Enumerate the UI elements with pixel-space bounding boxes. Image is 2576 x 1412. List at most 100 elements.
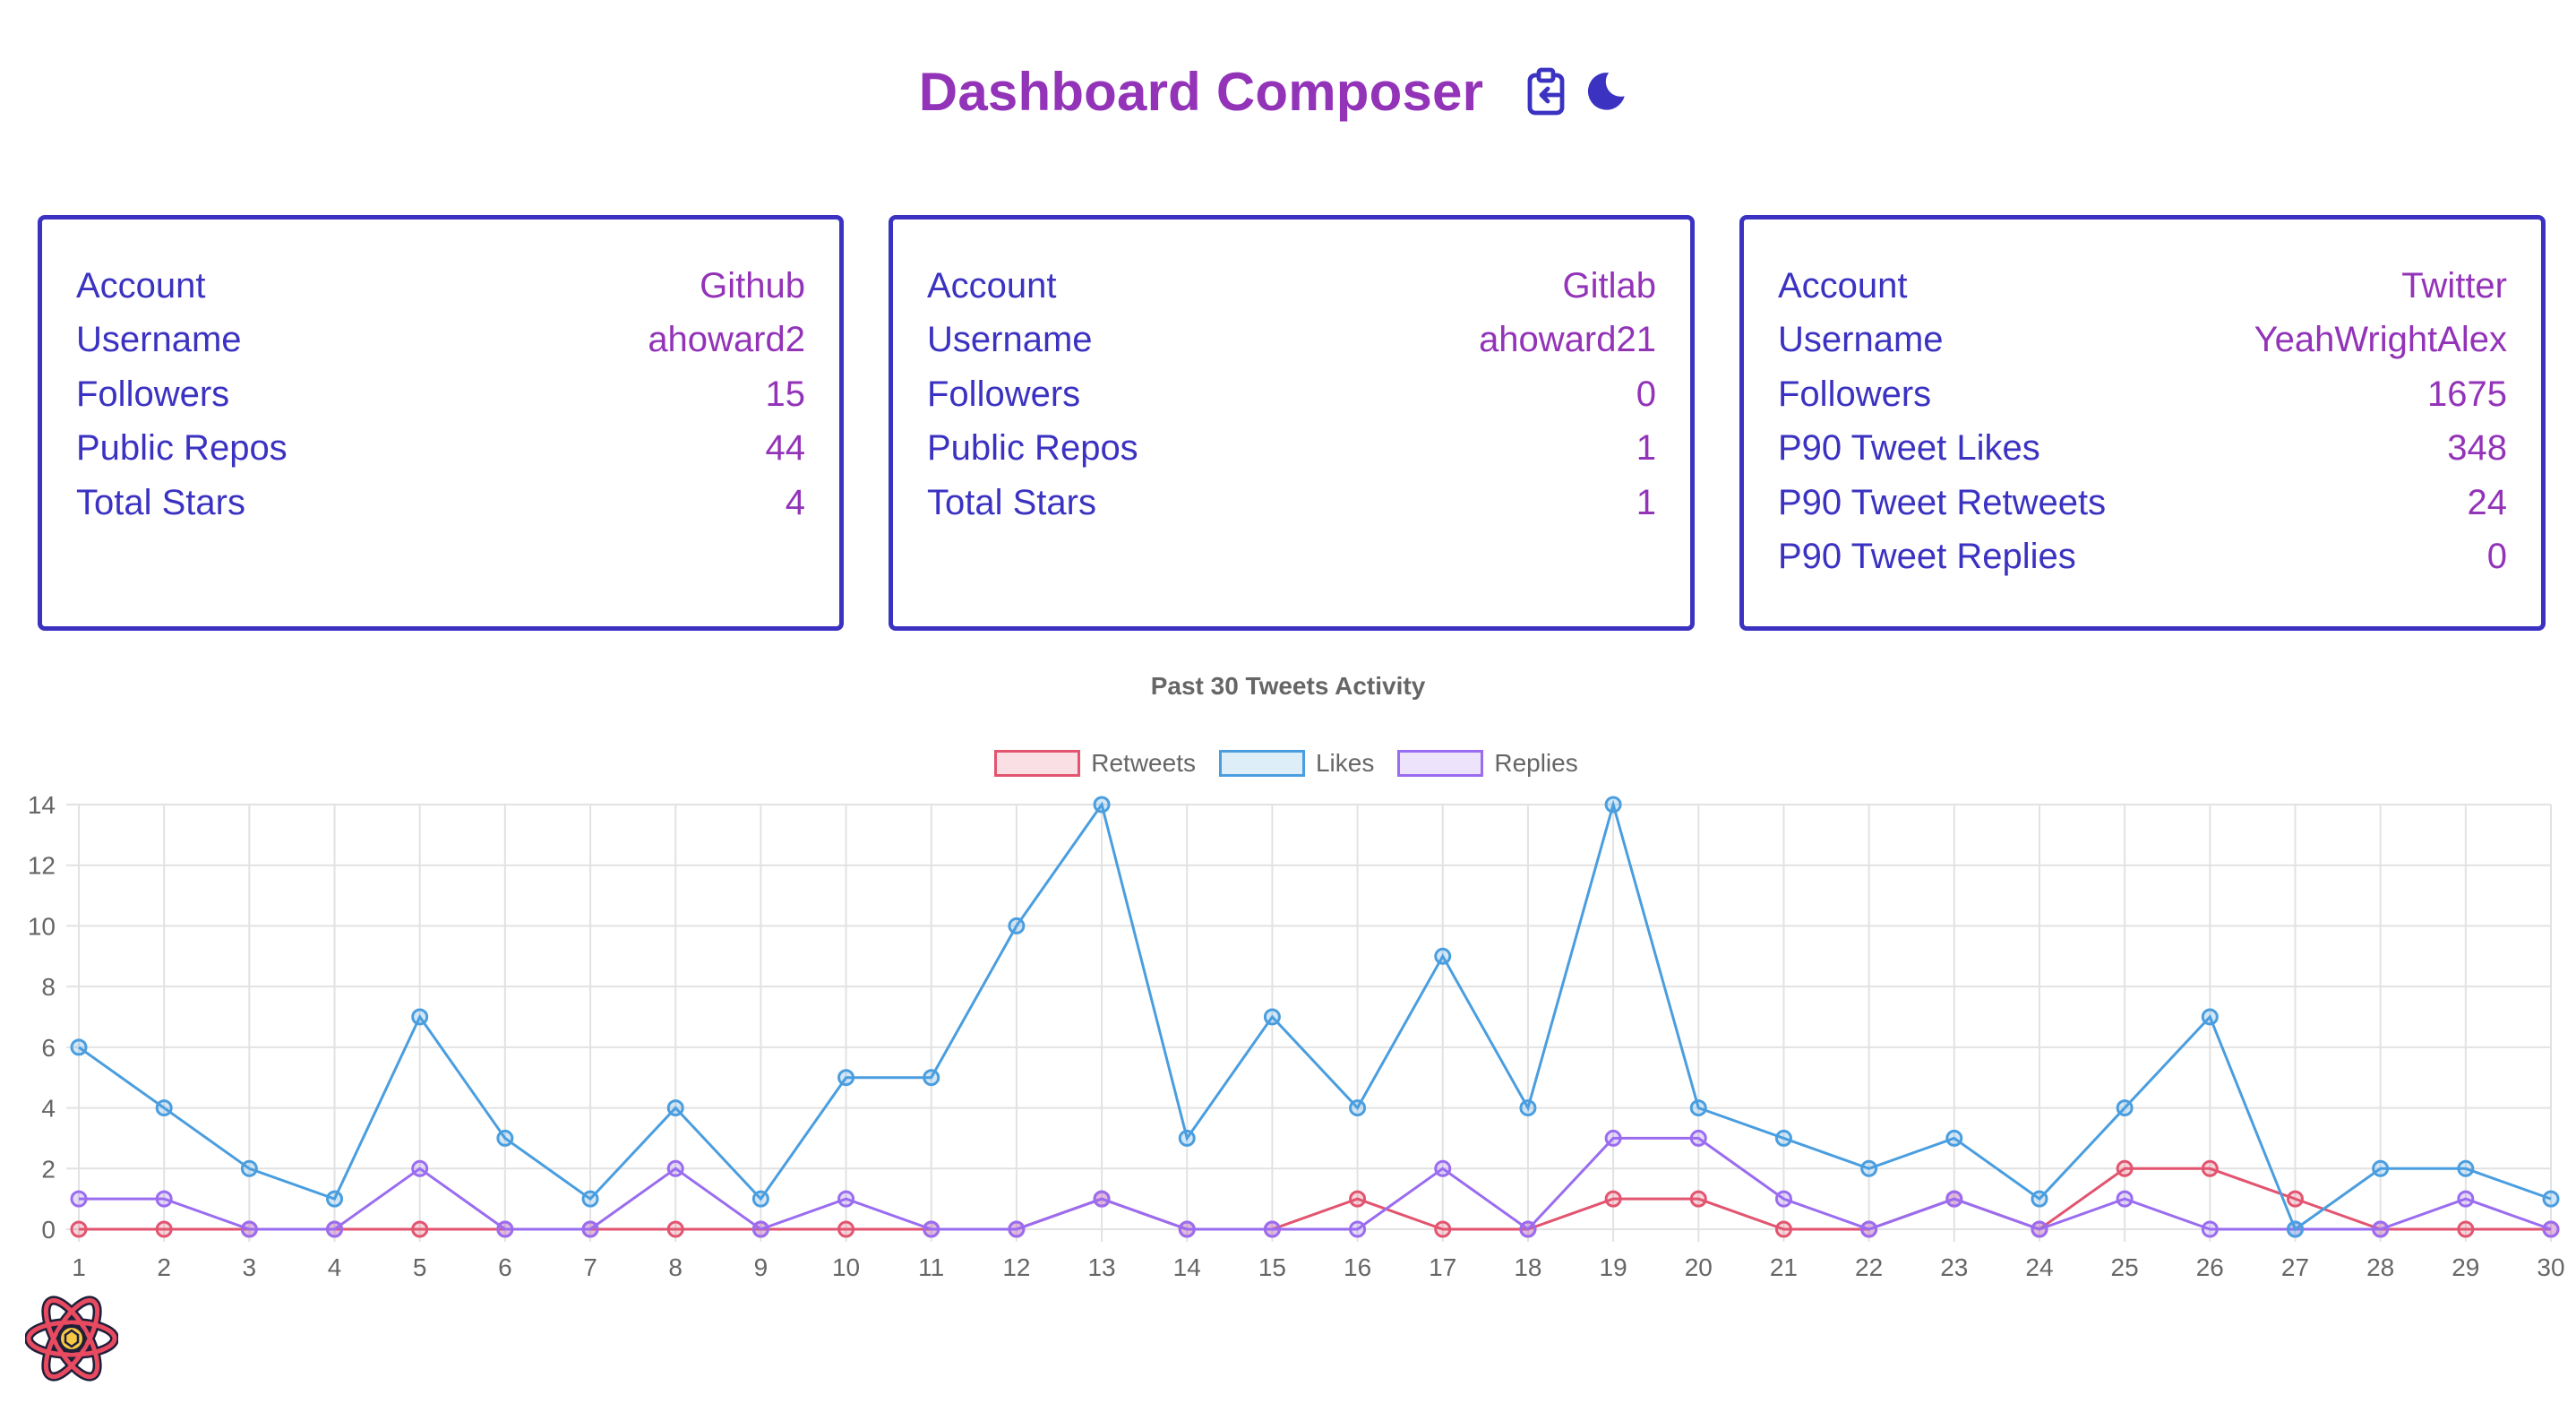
row-label: Total Stars	[76, 482, 245, 522]
data-point-likes	[1860, 1159, 1878, 1177]
card-row-username: Username YeahWrightAlex	[1778, 314, 2507, 368]
data-point-replies	[155, 1190, 173, 1208]
data-point-replies	[1689, 1129, 1707, 1147]
card-row-followers: Followers 0	[927, 367, 1656, 422]
x-tick-label: 22	[1855, 1253, 1883, 1281]
x-tick-label: 10	[832, 1253, 860, 1281]
data-point-replies	[1093, 1190, 1111, 1208]
data-point-likes	[2201, 1008, 2219, 1026]
data-point-likes	[581, 1190, 599, 1208]
data-point-retweets	[70, 1220, 88, 1238]
moon-icon[interactable]	[1582, 67, 1630, 116]
data-point-retweets	[1349, 1190, 1367, 1208]
row-label: Username	[76, 320, 242, 360]
x-tick-label: 13	[1087, 1253, 1115, 1281]
x-tick-label: 29	[2451, 1253, 2479, 1281]
data-point-replies	[326, 1220, 344, 1238]
x-tick-label: 17	[1429, 1253, 1456, 1281]
row-label: Followers	[1778, 374, 1932, 414]
card-row-public-repos: Public Repos 44	[76, 422, 805, 477]
data-point-likes	[155, 1099, 173, 1117]
data-point-likes	[1604, 796, 1622, 814]
row-value: ahoward2	[648, 320, 805, 360]
data-point-likes	[837, 1069, 855, 1087]
data-point-likes	[666, 1099, 684, 1117]
card-row-total-stars: Total Stars 4	[76, 476, 805, 530]
row-label: Username	[1778, 320, 1944, 360]
x-tick-label: 18	[1514, 1253, 1541, 1281]
row-value: 4	[785, 482, 805, 522]
data-point-likes	[2286, 1220, 2304, 1238]
row-value: 15	[765, 374, 806, 414]
gitlab-card: Account Gitlab Username ahoward21 Follower…	[889, 215, 1695, 631]
data-point-replies	[1434, 1159, 1452, 1177]
data-point-replies	[1860, 1220, 1878, 1238]
data-point-replies	[496, 1220, 514, 1238]
row-value: 1	[1636, 428, 1656, 469]
y-tick-label: 6	[41, 1034, 56, 1062]
card-row-public-repos: Public Repos 1	[927, 422, 1656, 477]
row-label: Total Stars	[927, 482, 1096, 522]
data-point-likes	[1349, 1099, 1367, 1117]
data-point-replies	[2542, 1220, 2560, 1238]
x-tick-label: 4	[328, 1253, 342, 1281]
data-point-replies	[1604, 1129, 1622, 1147]
row-label: P90 Tweet Retweets	[1778, 482, 2107, 522]
x-tick-label: 25	[2111, 1253, 2139, 1281]
data-point-likes	[2116, 1099, 2134, 1117]
data-point-retweets	[411, 1220, 429, 1238]
data-point-retweets	[1689, 1190, 1707, 1208]
row-value: 1	[1636, 482, 1656, 522]
data-point-retweets	[2201, 1159, 2219, 1177]
twitter-card: Account Twitter Username YeahWrightAlex Fo…	[1739, 215, 2546, 631]
data-point-likes	[1519, 1099, 1537, 1117]
x-tick-label: 12	[1002, 1253, 1030, 1281]
card-row-account: Account Github	[76, 259, 805, 314]
data-point-replies	[1945, 1190, 1963, 1208]
data-point-likes	[1945, 1129, 1963, 1147]
clipboard-copy-icon[interactable]	[1524, 66, 1571, 116]
data-point-likes	[240, 1159, 258, 1177]
data-point-replies	[1349, 1220, 1367, 1238]
data-point-replies	[837, 1190, 855, 1208]
row-value: ahoward21	[1479, 320, 1656, 360]
y-tick-label: 8	[41, 973, 56, 1001]
row-label: Account	[927, 265, 1057, 306]
card-row-followers: Followers 1675	[1778, 367, 2507, 422]
row-value: YeahWrightAlex	[2254, 320, 2507, 360]
row-value: Github	[700, 265, 805, 306]
y-tick-label: 2	[41, 1155, 56, 1183]
x-tick-label: 7	[583, 1253, 597, 1281]
data-point-likes	[326, 1190, 344, 1208]
data-point-likes	[751, 1190, 769, 1208]
data-point-likes	[2457, 1159, 2475, 1177]
page-title: Dashboard Composer	[918, 61, 1484, 122]
x-tick-label: 20	[1685, 1253, 1713, 1281]
row-value: Twitter	[2401, 265, 2507, 306]
x-tick-label: 16	[1344, 1253, 1371, 1281]
github-card: Account Github Username ahoward2 Followers…	[38, 215, 844, 631]
tweets-activity-chart: Past 30 Tweets Activity Retweets Likes R…	[0, 663, 2576, 1290]
data-point-replies	[1008, 1220, 1026, 1238]
data-point-retweets	[1434, 1220, 1452, 1238]
row-value: 24	[2467, 482, 2508, 522]
row-label: Username	[927, 320, 1093, 360]
data-point-replies	[751, 1220, 769, 1238]
x-tick-label: 23	[1940, 1253, 1968, 1281]
card-row-followers: Followers 15	[76, 367, 805, 422]
card-row-account: Account Twitter	[1778, 259, 2507, 314]
data-point-replies	[1774, 1190, 1792, 1208]
row-label: Account	[1778, 265, 1908, 306]
x-tick-label: 30	[2537, 1253, 2564, 1281]
data-point-retweets	[1604, 1190, 1622, 1208]
data-point-likes	[496, 1129, 514, 1147]
data-point-replies	[923, 1220, 940, 1238]
y-tick-label: 12	[28, 852, 56, 880]
data-point-replies	[2031, 1220, 2048, 1238]
x-tick-label: 24	[2025, 1253, 2053, 1281]
row-value: 1675	[2427, 374, 2507, 414]
row-value: 0	[1636, 374, 1656, 414]
data-point-replies	[1178, 1220, 1196, 1238]
data-point-replies	[581, 1220, 599, 1238]
data-point-replies	[2457, 1190, 2475, 1208]
